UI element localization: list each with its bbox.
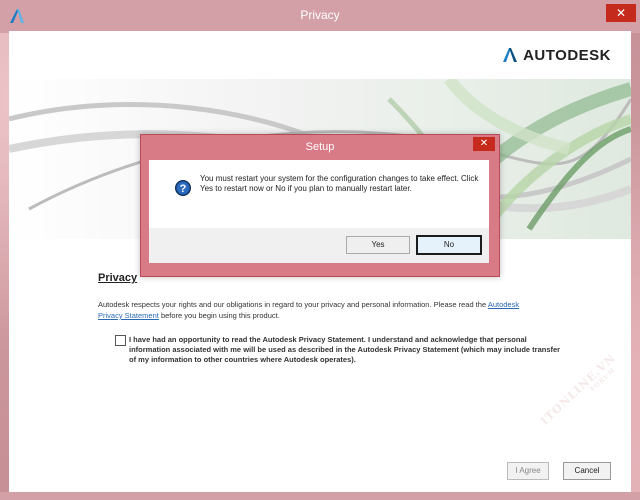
window-titlebar[interactable]: Privacy ✕	[0, 0, 640, 33]
autodesk-logo-text: AUTODESK	[523, 46, 611, 64]
privacy-acknowledge-checkbox[interactable]	[115, 335, 126, 346]
no-button[interactable]: No	[416, 235, 482, 255]
privacy-description: Autodesk respects your rights and our ob…	[98, 299, 538, 321]
autodesk-logo-icon	[503, 48, 518, 62]
i-agree-button[interactable]: I Agree	[507, 462, 549, 480]
privacy-heading: Privacy	[98, 272, 138, 284]
privacy-text-before-link: Autodesk respects your rights and our ob…	[98, 300, 487, 309]
close-icon: ✕	[479, 138, 489, 149]
window-title: Privacy	[300, 8, 340, 22]
dialog-close-button[interactable]: ✕	[473, 137, 495, 151]
yes-button[interactable]: Yes	[346, 236, 410, 254]
setup-dialog: Setup ✕ ? You must restart your system f…	[140, 134, 500, 277]
question-icon: ?	[175, 180, 191, 196]
dialog-body: ? You must restart your system for the c…	[149, 160, 489, 228]
close-icon: ✕	[615, 6, 627, 20]
privacy-text-after-link: before you begin using this product.	[160, 311, 280, 320]
svg-text:?: ?	[180, 183, 187, 195]
privacy-acknowledge-label[interactable]: I have had an opportunity to read the Au…	[129, 335, 569, 365]
dialog-message: You must restart your system for the con…	[200, 174, 479, 193]
dialog-footer: Yes No	[149, 228, 489, 263]
cancel-button[interactable]: Cancel	[563, 462, 611, 480]
dialog-title: Setup	[305, 141, 335, 153]
window-close-button[interactable]: ✕	[606, 4, 636, 22]
window-bottom-border	[0, 492, 640, 500]
autodesk-logo: AUTODESK	[502, 45, 611, 65]
